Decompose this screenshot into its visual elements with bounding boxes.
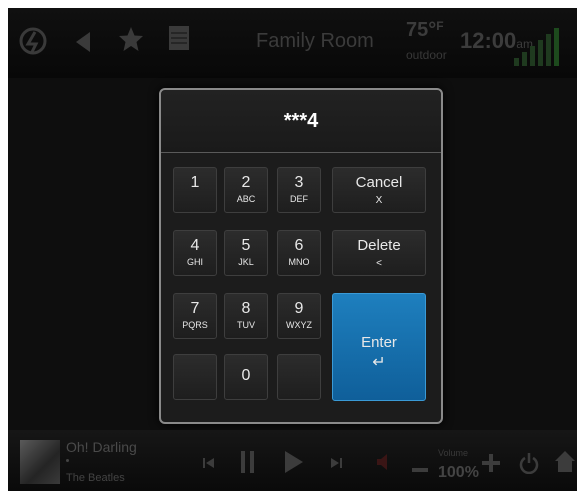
key-blank-right[interactable] <box>277 354 321 400</box>
key-2[interactable]: 2 ABC <box>224 167 268 213</box>
home-logo-icon[interactable] <box>18 24 48 63</box>
play-icon[interactable] <box>284 450 304 479</box>
key-8[interactable]: 8 TUV <box>224 293 268 339</box>
mute-icon[interactable] <box>376 452 392 477</box>
artist-name: The Beatles <box>66 472 125 484</box>
pause-icon[interactable] <box>240 450 256 479</box>
touch-panel-screen: Family Room 75°F outdoor 12:00am ***4 1 … <box>8 8 577 491</box>
key-5[interactable]: 5 JKL <box>224 230 268 276</box>
key-3[interactable]: 3 DEF <box>277 167 321 213</box>
album-art[interactable] <box>20 440 60 484</box>
key-9[interactable]: 9 WXYZ <box>277 293 321 339</box>
clock-time: 12:00 <box>460 28 517 53</box>
key-0[interactable]: 0 <box>224 354 268 400</box>
progress-dot <box>66 459 69 462</box>
key-7-letters: PQRS <box>182 320 208 330</box>
back-arrow-icon[interactable] <box>74 30 92 59</box>
delete-button[interactable]: Delete < <box>332 230 426 276</box>
signal-bars-icon <box>510 28 570 66</box>
temperature-label: outdoor <box>406 48 447 62</box>
now-playing-bar: Oh! Darling The Beatles Volume 100% <box>8 430 577 491</box>
enter-return-icon: ↵ <box>372 354 386 371</box>
key-2-letters: ABC <box>236 194 256 204</box>
keypad-icon[interactable] <box>168 25 190 56</box>
key-8-digit: 8 <box>241 300 251 317</box>
key-6-digit: 6 <box>294 237 304 254</box>
cancel-label: Cancel <box>355 174 403 191</box>
home-icon[interactable] <box>554 450 576 479</box>
room-name[interactable]: Family Room <box>256 30 374 53</box>
volume-label: Volume <box>438 448 469 458</box>
key-1[interactable]: 1 <box>173 167 217 213</box>
next-icon[interactable] <box>330 456 342 474</box>
delete-label: Delete <box>357 237 401 254</box>
key-4[interactable]: 4 GHI <box>173 230 217 276</box>
status-bar: Family Room 75°F outdoor 12:00am <box>8 8 577 78</box>
passcode-keypad: ***4 1 2 ABC 3 DEF Cancel X 4 GHI 5 JKL 6 MNO … <box>159 88 443 424</box>
key-0-digit: 0 <box>241 367 251 384</box>
key-4-digit: 4 <box>190 237 200 254</box>
key-2-digit: 2 <box>241 174 251 191</box>
key-3-digit: 3 <box>294 174 304 191</box>
key-4-letters: GHI <box>186 257 203 267</box>
song-title: Oh! Darling <box>66 439 137 455</box>
key-7[interactable]: 7 PQRS <box>173 293 217 339</box>
volume-down-icon[interactable] <box>412 460 428 478</box>
cancel-sub: X <box>375 195 383 206</box>
key-6[interactable]: 6 MNO <box>277 230 321 276</box>
key-6-letters: MNO <box>288 257 310 267</box>
previous-icon[interactable] <box>203 456 215 474</box>
passcode-display: ***4 <box>161 90 441 153</box>
enter-label: Enter <box>361 334 397 351</box>
delete-sub: < <box>376 258 382 269</box>
power-icon[interactable] <box>519 452 539 479</box>
key-3-letters: DEF <box>290 194 308 204</box>
key-7-digit: 7 <box>190 300 200 317</box>
outdoor-temperature: 75°F <box>406 19 444 42</box>
enter-button[interactable]: Enter ↵ <box>332 293 426 401</box>
volume-value: 100% <box>438 464 479 481</box>
volume-up-icon[interactable] <box>482 454 500 477</box>
key-9-digit: 9 <box>294 300 304 317</box>
key-blank-left[interactable] <box>173 354 217 400</box>
key-9-letters: WXYZ <box>286 320 312 330</box>
key-5-letters: JKL <box>238 257 254 267</box>
cancel-button[interactable]: Cancel X <box>332 167 426 213</box>
key-1-digit: 1 <box>190 174 200 191</box>
temperature-unit: F <box>436 19 444 33</box>
key-5-digit: 5 <box>241 237 251 254</box>
favorite-star-icon[interactable] <box>118 26 144 57</box>
key-8-letters: TUV <box>237 320 255 330</box>
temperature-value: 75° <box>406 19 437 41</box>
